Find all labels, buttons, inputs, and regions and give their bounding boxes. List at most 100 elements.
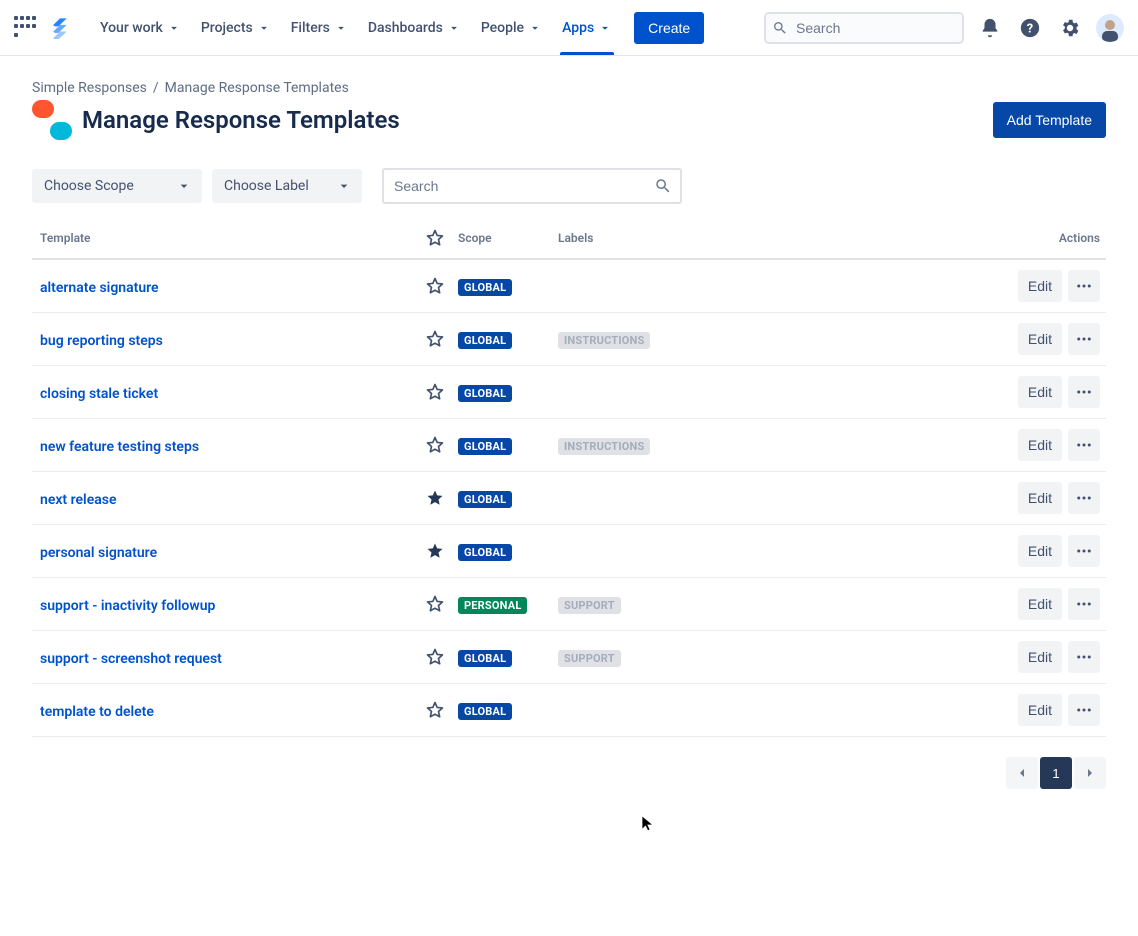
label-badge: INSTRUCTIONS bbox=[558, 332, 650, 349]
template-link[interactable]: closing stale ticket bbox=[40, 386, 158, 402]
scope-badge: GLOBAL bbox=[458, 703, 512, 720]
table-row: new feature testing stepsGLOBALINSTRUCTI… bbox=[32, 419, 1106, 472]
edit-button[interactable]: Edit bbox=[1018, 588, 1062, 620]
label-dropdown[interactable]: Choose Label bbox=[212, 169, 362, 203]
more-actions-button[interactable] bbox=[1068, 270, 1100, 302]
edit-button[interactable]: Edit bbox=[1018, 323, 1062, 355]
breadcrumb-link[interactable]: Manage Response Templates bbox=[165, 80, 349, 96]
template-link[interactable]: support - screenshot request bbox=[40, 651, 222, 667]
avatar[interactable] bbox=[1096, 14, 1124, 42]
more-actions-button[interactable] bbox=[1068, 376, 1100, 408]
scope-badge: GLOBAL bbox=[458, 491, 512, 508]
template-link[interactable]: new feature testing steps bbox=[40, 439, 199, 455]
star-icon[interactable] bbox=[425, 276, 445, 296]
chevron-down-icon bbox=[257, 21, 271, 35]
more-actions-button[interactable] bbox=[1068, 588, 1100, 620]
star-icon[interactable] bbox=[425, 382, 445, 402]
global-search-input[interactable] bbox=[764, 12, 964, 44]
star-icon[interactable] bbox=[425, 488, 445, 508]
filter-search-input[interactable] bbox=[382, 168, 682, 204]
nav-items: Your work Projects Filters Dashboards People… bbox=[90, 0, 622, 55]
edit-button[interactable]: Edit bbox=[1018, 641, 1062, 673]
template-link[interactable]: template to delete bbox=[40, 704, 154, 720]
label-dropdown-label: Choose Label bbox=[224, 178, 309, 194]
settings-icon[interactable] bbox=[1056, 14, 1084, 42]
edit-button[interactable]: Edit bbox=[1018, 694, 1062, 726]
page-prev-button[interactable] bbox=[1006, 757, 1038, 789]
page-next-button[interactable] bbox=[1074, 757, 1106, 789]
top-nav: Your work Projects Filters Dashboards People… bbox=[0, 0, 1138, 56]
edit-button[interactable]: Edit bbox=[1018, 535, 1062, 567]
breadcrumb-link[interactable]: Simple Responses bbox=[32, 80, 147, 96]
search-icon bbox=[654, 177, 672, 195]
chevron-down-icon bbox=[167, 21, 181, 35]
nav-item-dashboards[interactable]: Dashboards bbox=[358, 0, 471, 55]
notifications-icon[interactable] bbox=[976, 14, 1004, 42]
nav-item-label: People bbox=[481, 20, 524, 36]
star-icon[interactable] bbox=[425, 435, 445, 455]
scope-dropdown[interactable]: Choose Scope bbox=[32, 169, 202, 203]
scope-badge: GLOBAL bbox=[458, 544, 512, 561]
nav-item-your-work[interactable]: Your work bbox=[90, 0, 191, 55]
help-icon[interactable] bbox=[1016, 14, 1044, 42]
nav-item-filters[interactable]: Filters bbox=[281, 0, 358, 55]
scope-badge: GLOBAL bbox=[458, 385, 512, 402]
more-actions-button[interactable] bbox=[1068, 641, 1100, 673]
nav-item-label: Dashboards bbox=[368, 20, 443, 36]
label-badge: INSTRUCTIONS bbox=[558, 438, 650, 455]
table-header: Template Scope Labels Actions bbox=[32, 218, 1106, 260]
templates-table: Template Scope Labels Actions alternate … bbox=[32, 218, 1106, 737]
table-row: personal signature GLOBAL Edit bbox=[32, 525, 1106, 578]
template-link[interactable]: alternate signature bbox=[40, 280, 159, 296]
chevron-down-icon bbox=[176, 178, 192, 194]
table-row: bug reporting stepsGLOBALINSTRUCTIONSEdi… bbox=[32, 313, 1106, 366]
table-row: support - inactivity followupPERSONALSUP… bbox=[32, 578, 1106, 631]
app-switcher-icon[interactable] bbox=[14, 16, 38, 40]
scope-badge: GLOBAL bbox=[458, 650, 512, 667]
star-icon[interactable] bbox=[425, 594, 445, 614]
add-template-button[interactable]: Add Template bbox=[993, 102, 1106, 138]
template-link[interactable]: next release bbox=[40, 492, 116, 508]
chevron-down-icon bbox=[598, 21, 612, 35]
chevron-down-icon bbox=[336, 178, 352, 194]
chevron-down-icon bbox=[447, 21, 461, 35]
nav-item-people[interactable]: People bbox=[471, 0, 552, 55]
more-actions-button[interactable] bbox=[1068, 535, 1100, 567]
edit-button[interactable]: Edit bbox=[1018, 376, 1062, 408]
template-link[interactable]: support - inactivity followup bbox=[40, 598, 215, 614]
star-icon[interactable] bbox=[425, 700, 445, 720]
breadcrumb: Simple Responses / Manage Response Templ… bbox=[32, 80, 1106, 96]
filter-search[interactable] bbox=[382, 168, 682, 204]
create-button[interactable]: Create bbox=[634, 12, 704, 44]
more-actions-button[interactable] bbox=[1068, 429, 1100, 461]
star-icon[interactable] bbox=[425, 329, 445, 349]
nav-item-label: Your work bbox=[100, 20, 163, 36]
nav-item-apps[interactable]: Apps bbox=[552, 0, 622, 55]
star-icon[interactable] bbox=[425, 541, 445, 561]
col-star[interactable] bbox=[412, 228, 458, 248]
nav-item-projects[interactable]: Projects bbox=[191, 0, 281, 55]
template-link[interactable]: bug reporting steps bbox=[40, 333, 163, 349]
table-row: closing stale ticket GLOBAL Edit bbox=[32, 366, 1106, 419]
star-icon[interactable] bbox=[425, 647, 445, 667]
filters-row: Choose Scope Choose Label bbox=[32, 168, 1106, 204]
nav-item-label: Apps bbox=[562, 20, 594, 36]
scope-badge: GLOBAL bbox=[458, 279, 512, 296]
chevron-down-icon bbox=[334, 21, 348, 35]
nav-item-label: Filters bbox=[291, 20, 330, 36]
edit-button[interactable]: Edit bbox=[1018, 429, 1062, 461]
page-number-button[interactable]: 1 bbox=[1040, 757, 1072, 789]
table-row: alternate signature GLOBAL Edit bbox=[32, 260, 1106, 313]
edit-button[interactable]: Edit bbox=[1018, 270, 1062, 302]
more-actions-button[interactable] bbox=[1068, 694, 1100, 726]
more-actions-button[interactable] bbox=[1068, 323, 1100, 355]
page-content: Simple Responses / Manage Response Templ… bbox=[0, 56, 1138, 813]
page-title: Manage Response Templates bbox=[82, 106, 400, 134]
jira-logo-icon[interactable] bbox=[48, 16, 72, 40]
global-search[interactable] bbox=[764, 12, 964, 44]
edit-button[interactable]: Edit bbox=[1018, 482, 1062, 514]
pagination: 1 bbox=[32, 757, 1106, 789]
more-actions-button[interactable] bbox=[1068, 482, 1100, 514]
search-icon bbox=[772, 20, 788, 36]
template-link[interactable]: personal signature bbox=[40, 545, 157, 561]
